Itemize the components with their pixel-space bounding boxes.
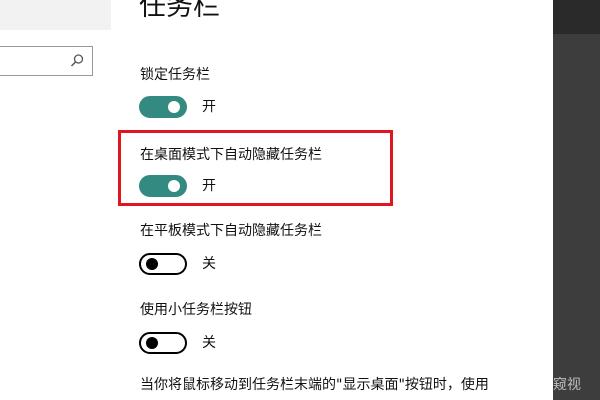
desktop-autohide-toggle[interactable] bbox=[139, 175, 187, 197]
toggle-knob bbox=[168, 101, 180, 113]
page-title: 任务栏 bbox=[139, 0, 220, 22]
toggle-knob bbox=[146, 337, 158, 349]
settings-window: 任务栏 锁定任务栏 开 在桌面模式下自动隐藏任务栏 开 在平板模式下自动隐藏任务… bbox=[0, 0, 600, 400]
tablet-autohide-toggle[interactable] bbox=[139, 253, 187, 275]
tablet-autohide-label: 在平板模式下自动隐藏任务栏 bbox=[140, 223, 322, 239]
desktop-autohide-state: 开 bbox=[202, 178, 216, 194]
right-dark-panel bbox=[553, 0, 600, 400]
toggle-knob bbox=[146, 258, 158, 270]
toggle-knob bbox=[168, 180, 180, 192]
tablet-autohide-state: 关 bbox=[202, 256, 216, 272]
lock-taskbar-label: 锁定任务栏 bbox=[140, 67, 210, 83]
search-input[interactable] bbox=[0, 46, 93, 76]
nav-header-area bbox=[0, 0, 111, 30]
peek-description: 当你将鼠标移动到任务栏末端的"显示桌面"按钮时，使用 bbox=[140, 377, 489, 393]
search-icon[interactable] bbox=[69, 53, 85, 69]
lock-taskbar-toggle[interactable] bbox=[139, 96, 187, 118]
right-panel-header bbox=[553, 0, 600, 34]
desktop-autohide-label: 在桌面模式下自动隐藏任务栏 bbox=[140, 147, 322, 163]
lock-taskbar-state: 开 bbox=[202, 99, 216, 115]
navigation-pane bbox=[0, 0, 111, 400]
small-buttons-toggle[interactable] bbox=[139, 332, 187, 354]
small-buttons-state: 关 bbox=[202, 335, 216, 351]
small-buttons-label: 使用小任务栏按钮 bbox=[140, 302, 252, 318]
watermark-text: 窥视 bbox=[553, 377, 581, 393]
